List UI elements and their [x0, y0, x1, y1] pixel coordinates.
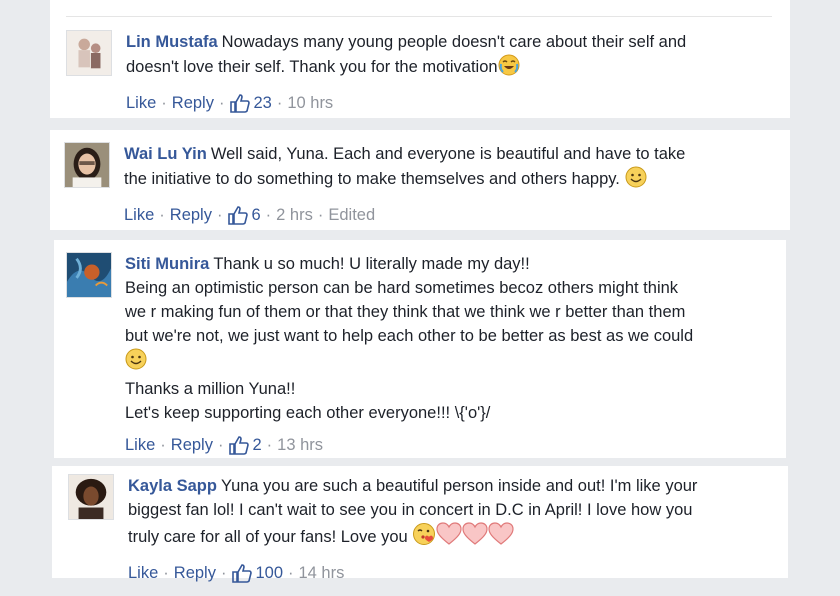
kiss-wink-emoji-icon: [412, 522, 436, 553]
separator-dot: ·: [276, 94, 283, 112]
thumbs-up-icon[interactable]: [228, 435, 250, 455]
like-link[interactable]: Like: [128, 561, 158, 585]
comment-text: Let's keep supporting each other everyon…: [125, 404, 491, 422]
like-link[interactable]: Like: [126, 91, 156, 115]
comment-text: Yuna you are such a beautiful person ins…: [220, 477, 698, 495]
heart-emoji-icon: [436, 522, 462, 553]
crying-laughing-emoji-icon: [498, 54, 520, 83]
comment-text: we r making fun of them or that they thi…: [125, 303, 686, 321]
comment-text: but we're not, we just want to help each…: [125, 327, 694, 345]
avatar[interactable]: [64, 142, 110, 188]
separator-dot: ·: [218, 94, 225, 112]
comment-text: Thanks a million Yuna!!: [125, 380, 296, 398]
timestamp[interactable]: 2 hrs: [276, 203, 313, 227]
comment-text: Nowadays many young people doesn't care …: [221, 33, 687, 51]
comment-actions: Like · Reply · 6 · 2 hrs · Edited: [124, 203, 770, 227]
like-count[interactable]: 100: [255, 561, 283, 585]
comment-text: Being an optimistic person can be hard s…: [125, 279, 679, 297]
comment-actions: Like · Reply · 23 · 10 hrs: [126, 91, 770, 115]
like-count[interactable]: 23: [253, 91, 271, 115]
separator-dot: ·: [159, 206, 165, 224]
smile-emoji-icon: [125, 348, 147, 377]
separator-dot: ·: [160, 436, 166, 454]
comment-body: Siti Munira Thank u so much! U literally …: [125, 252, 766, 457]
commenter-name[interactable]: Wai Lu Yin: [124, 145, 207, 163]
separator-dot: ·: [265, 206, 272, 224]
smile-emoji-icon: [625, 166, 647, 195]
comment-card: Lin Mustafa Nowadays many young people do…: [50, 0, 790, 118]
separator-dot: ·: [217, 436, 224, 454]
thumbs-up-icon[interactable]: [227, 205, 249, 225]
comment-text: the initiative to do something to make t…: [124, 170, 620, 188]
heart-emoji-icon: [462, 522, 488, 553]
comment-text: doesn't love their self. Thank you for t…: [126, 58, 498, 76]
commenter-name[interactable]: Kayla Sapp: [128, 477, 217, 495]
comment-text: Thank u so much! U literally made my day…: [213, 255, 530, 273]
comment-card: Kayla Sapp Yuna you are such a beautiful …: [52, 466, 788, 583]
separator-dot: ·: [163, 564, 169, 582]
avatar[interactable]: [66, 30, 112, 76]
comment-card: Wai Lu Yin Well said, Yuna. Each and ever…: [50, 130, 790, 230]
timestamp[interactable]: 14 hrs: [299, 561, 345, 585]
divider: [66, 16, 772, 17]
comment-text: biggest fan lol! I can't wait to see you…: [128, 501, 693, 519]
heart-emoji-icon: [488, 522, 514, 553]
comment-actions: Like · Reply · 2 · 13 hrs: [125, 433, 766, 457]
reply-link[interactable]: Reply: [174, 561, 216, 585]
thumbs-up-icon[interactable]: [229, 93, 251, 113]
separator-dot: ·: [317, 206, 324, 224]
avatar[interactable]: [66, 252, 112, 298]
separator-dot: ·: [220, 564, 227, 582]
like-link[interactable]: Like: [124, 203, 154, 227]
separator-dot: ·: [161, 94, 167, 112]
reply-link[interactable]: Reply: [171, 433, 213, 457]
commenter-name[interactable]: Siti Munira: [125, 255, 209, 273]
comment-text: Well said, Yuna. Each and everyone is be…: [210, 145, 686, 163]
commenter-name[interactable]: Lin Mustafa: [126, 33, 218, 51]
reply-link[interactable]: Reply: [170, 203, 212, 227]
separator-dot: ·: [288, 564, 294, 582]
avatar[interactable]: [68, 474, 114, 520]
separator-dot: ·: [266, 436, 273, 454]
comment-actions: Like · Reply · 100 · 14 hrs: [128, 561, 768, 585]
reply-link[interactable]: Reply: [172, 91, 214, 115]
like-link[interactable]: Like: [125, 433, 155, 457]
like-count[interactable]: 2: [252, 433, 261, 457]
timestamp[interactable]: 10 hrs: [287, 91, 333, 115]
comment-text: truly care for all of your fans! Love yo…: [128, 528, 408, 546]
comment-body: Lin Mustafa Nowadays many young people do…: [126, 30, 770, 115]
edited-label[interactable]: Edited: [328, 203, 375, 227]
comment-body: Kayla Sapp Yuna you are such a beautiful …: [128, 474, 768, 585]
timestamp[interactable]: 13 hrs: [277, 433, 323, 457]
thumbs-up-icon[interactable]: [231, 563, 253, 583]
comment-card: Siti Munira Thank u so much! U literally …: [54, 240, 786, 458]
separator-dot: ·: [216, 206, 223, 224]
like-count[interactable]: 6: [251, 203, 260, 227]
comment-body: Wai Lu Yin Well said, Yuna. Each and ever…: [124, 142, 770, 227]
